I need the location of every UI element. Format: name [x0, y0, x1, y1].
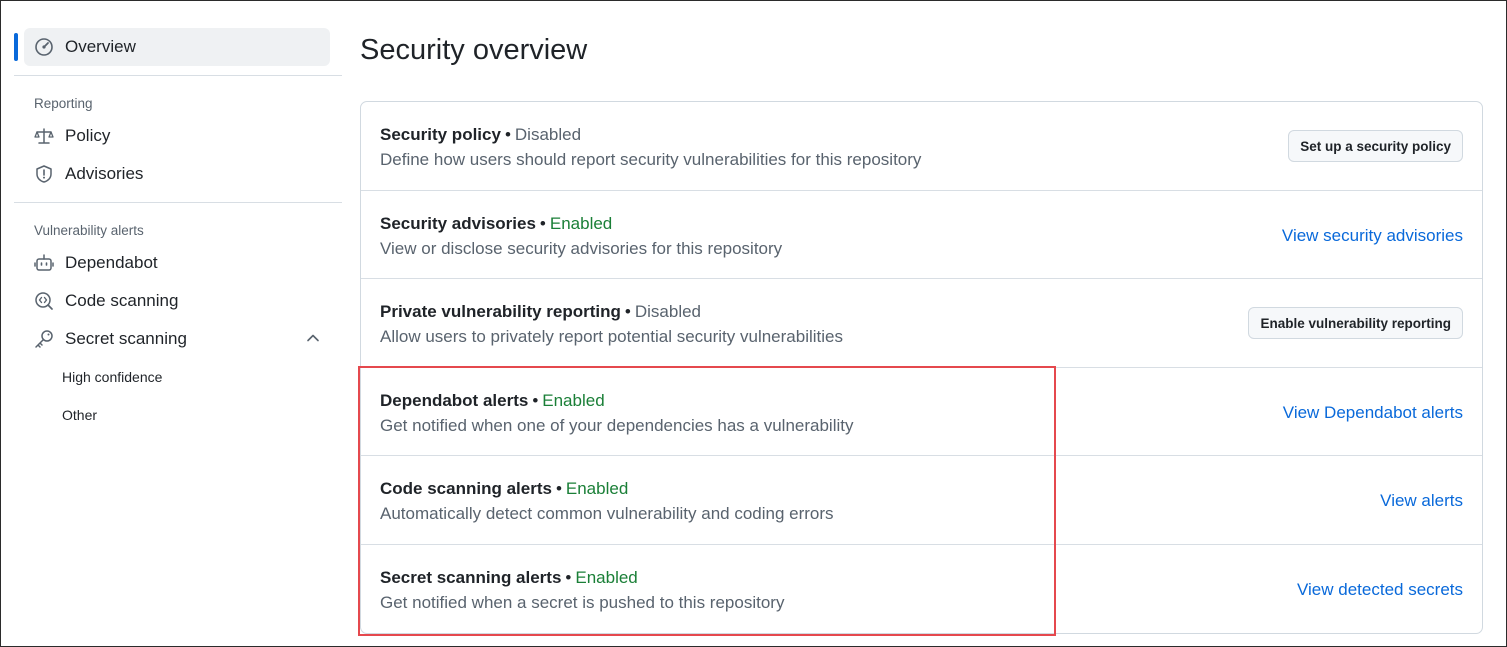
feature-description: View or disclose security advisories for… — [380, 238, 783, 258]
feature-description: Allow users to privately report potentia… — [380, 327, 843, 347]
view-detected-secrets-link[interactable]: View detected secrets — [1297, 580, 1463, 600]
separator: • — [532, 390, 539, 410]
sidebar-item-label: Advisories — [65, 164, 144, 183]
view-security-advisories-link[interactable]: View security advisories — [1282, 226, 1463, 246]
feature-name: Private vulnerability reporting — [380, 302, 621, 322]
sidebar-item-label: Dependabot — [65, 253, 158, 272]
feature-title: Dependabot alerts • Enabled — [380, 391, 605, 411]
chevron-up-icon[interactable] — [306, 330, 320, 350]
status-label: Disabled — [514, 125, 582, 144]
sidebar-item-label: Policy — [65, 126, 111, 145]
dependabot-icon — [33, 252, 55, 274]
separator: • — [555, 479, 562, 499]
view-dependabot-alerts-link[interactable]: View Dependabot alerts — [1283, 403, 1463, 423]
shield-icon — [33, 163, 55, 185]
feature-title: Private vulnerability reporting • Disabled — [380, 302, 701, 322]
feature-title: Security policy • Disabled — [380, 125, 581, 145]
sidebar: Overview Reporting Policy Advisories Vul… — [14, 28, 342, 434]
feature-name: Code scanning alerts — [380, 479, 552, 499]
section-title-vulnerability-alerts: Vulnerability alerts — [34, 223, 144, 238]
feature-title: Security advisories • Enabled — [380, 214, 612, 234]
separator: • — [624, 302, 631, 322]
status-label: Enabled — [575, 567, 638, 587]
sidebar-item-label: Overview — [65, 37, 136, 56]
sidebar-item-overview[interactable]: Overview — [14, 28, 330, 66]
sidebar-item-code-scanning[interactable]: Code scanning — [14, 282, 342, 320]
feature-name: Secret scanning alerts — [380, 567, 562, 587]
active-indicator — [14, 33, 18, 61]
feature-description: Define how users should report security … — [380, 150, 922, 169]
security-features-panel: Security policy • Disabled Define how user… — [360, 101, 1483, 634]
feature-row-security-advisories: Security advisories • Enabled View or disc… — [361, 191, 1482, 280]
feature-description: Automatically detect common vulnerabilit… — [380, 504, 834, 524]
sidebar-subitem-high-confidence[interactable]: High confidence — [14, 358, 342, 396]
feature-name: Dependabot alerts — [380, 390, 529, 410]
separator: • — [565, 567, 572, 587]
feature-description: Get notified when one of your dependenci… — [380, 415, 854, 435]
feature-description: Get notified when a secret is pushed to … — [380, 592, 785, 612]
sidebar-subitem-other[interactable]: Other — [14, 396, 342, 434]
meter-icon — [33, 36, 55, 58]
feature-row-private-vulnerability-reporting: Private vulnerability reporting • Disabled… — [361, 279, 1482, 368]
feature-title: Code scanning alerts • Enabled — [380, 479, 628, 499]
codescan-icon — [33, 290, 55, 312]
enable-vulnerability-reporting-button[interactable]: Enable vulnerability reporting — [1248, 307, 1463, 340]
feature-row-secret-scanning-alerts: Secret scanning alerts • Enabled Get notif… — [361, 545, 1482, 633]
key-icon — [33, 328, 55, 350]
feature-row-code-scanning-alerts: Code scanning alerts • Enabled Automatical… — [361, 456, 1482, 545]
section-title-reporting: Reporting — [34, 96, 93, 111]
view-alerts-link[interactable]: View alerts — [1380, 491, 1463, 511]
feature-name: Security policy — [380, 125, 501, 144]
feature-name: Security advisories — [380, 213, 536, 233]
separator: • — [504, 125, 511, 144]
feature-row-dependabot-alerts: Dependabot alerts • Enabled Get notified w… — [361, 368, 1482, 457]
page-title: Security overview — [360, 34, 588, 66]
sidebar-item-policy[interactable]: Policy — [14, 117, 342, 155]
feature-row-security-policy: Security policy • Disabled Define how user… — [361, 102, 1482, 191]
sidebar-item-label: Secret scanning — [65, 329, 187, 348]
setup-security-policy-button[interactable]: Set up a security policy — [1288, 130, 1463, 162]
law-icon — [33, 125, 55, 147]
status-label: Disabled — [634, 302, 702, 322]
feature-title: Secret scanning alerts • Enabled — [380, 568, 638, 588]
status-label: Enabled — [549, 213, 613, 233]
sidebar-item-dependabot[interactable]: Dependabot — [14, 244, 342, 282]
sidebar-item-secret-scanning[interactable]: Secret scanning — [14, 320, 342, 358]
sidebar-item-advisories[interactable]: Advisories — [14, 155, 342, 193]
status-label: Enabled — [542, 390, 605, 410]
separator: • — [539, 213, 546, 233]
status-label: Enabled — [565, 479, 629, 499]
divider — [14, 75, 342, 76]
divider — [14, 202, 342, 203]
sidebar-item-label: Code scanning — [65, 291, 179, 310]
